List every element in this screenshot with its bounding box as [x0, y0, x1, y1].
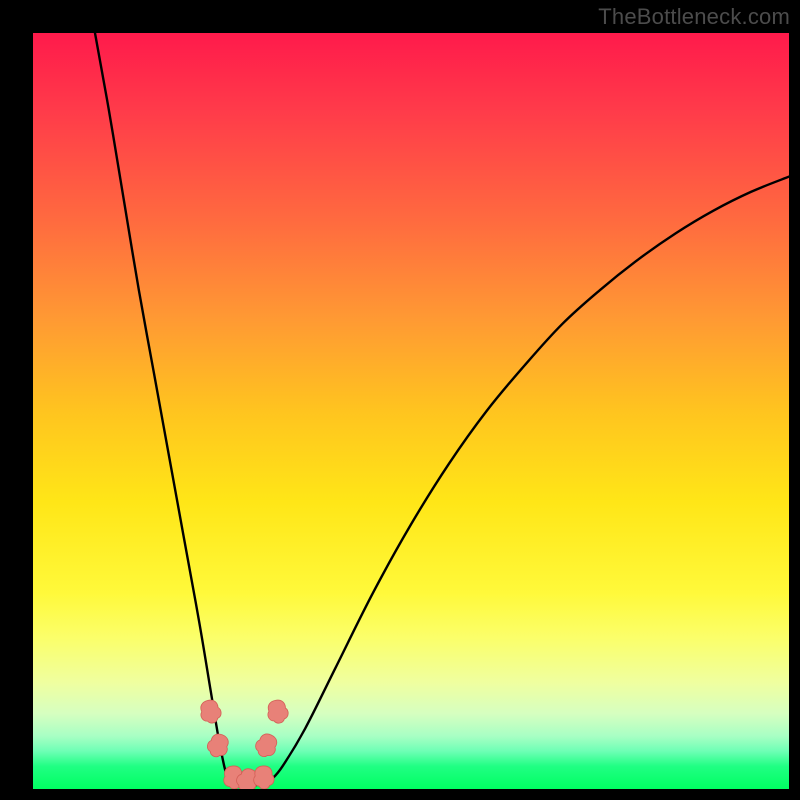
curve-layer [33, 33, 789, 789]
left-marker-lower [204, 731, 231, 760]
right-marker-upper [265, 698, 289, 725]
plot-area [33, 33, 789, 789]
watermark-text: TheBottleneck.com [598, 4, 790, 30]
right-marker-lower [252, 731, 280, 761]
left-marker-upper [198, 698, 224, 726]
bottleneck-curve [95, 33, 789, 785]
chart-frame: TheBottleneck.com [0, 0, 800, 800]
floor-marker-right [253, 765, 275, 789]
